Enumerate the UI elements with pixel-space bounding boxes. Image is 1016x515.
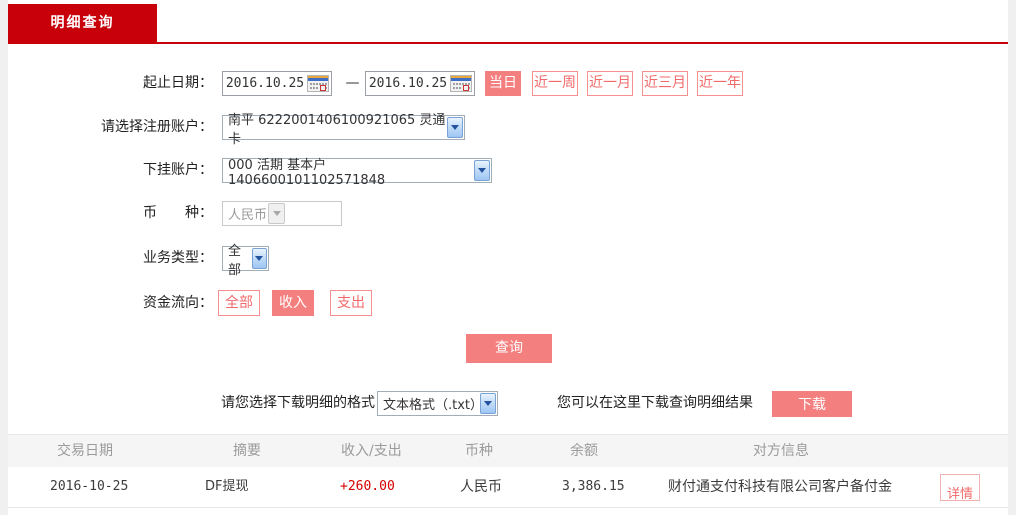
column-header-summary: 摘要 [233,443,261,459]
column-header-amount: 收入/支出 [341,443,402,459]
register-account-label: 请选择注册账户： [101,119,213,135]
fund-direction-all-button[interactable]: 全部 [218,290,260,316]
sub-account-label: 下挂账户： [143,162,213,178]
chevron-down-icon[interactable] [473,160,490,181]
tab-divider-line [8,42,1008,44]
date-from-value[interactable]: 2016.10.25 [223,76,307,91]
quick-range-month-button[interactable]: 近一月 [587,71,633,96]
fund-direction-label: 资金流向： [143,295,213,311]
register-account-value: 南平 6222001406100921065 灵通卡 [228,112,446,147]
date-to-input[interactable]: 2016.10.25 [365,71,475,96]
download-format-label: 请您选择下载明细的格式 [221,395,375,411]
business-type-label: 业务类型： [143,250,213,266]
calendar-icon[interactable] [307,75,329,92]
calendar-icon[interactable] [450,75,472,92]
detail-button[interactable]: 详情 [940,474,980,502]
date-from-input[interactable]: 2016.10.25 [222,71,332,96]
query-button[interactable]: 查询 [466,334,552,363]
sub-account-value: 000 活期 基本户 1406600101102571848 [228,157,386,188]
column-header-currency: 币种 [465,443,493,459]
chevron-down-icon[interactable] [479,393,496,414]
table-header-row: 交易日期 摘要 收入/支出 币种 余额 对方信息 [8,434,1008,467]
register-account-select[interactable]: 南平 6222001406100921065 灵通卡 [222,113,465,147]
chevron-down-icon[interactable] [251,248,267,269]
chevron-down-icon [268,203,286,224]
table-row: 2016-10-25 DF提现 +260.00 人民币 3,386.15 财付通… [8,467,1008,508]
cell-counterparty: 财付通支付科技有限公司客户备付金 [668,479,892,495]
cell-transaction-date: 2016-10-25 [50,479,129,494]
download-button[interactable]: 下载 [772,391,852,417]
quick-range-week-button[interactable]: 近一周 [532,71,578,96]
chevron-down-icon[interactable] [446,117,463,138]
fund-direction-expense-button[interactable]: 支出 [330,290,372,316]
cell-summary: DF提现 [205,479,249,494]
cell-balance: 3,386.15 [562,479,625,494]
sub-account-select[interactable]: 000 活期 基本户 1406600101102571848 [222,158,492,188]
currency-select: 人民币 [222,201,342,226]
date-range-separator: — [345,75,360,91]
column-header-counterparty: 对方信息 [753,443,809,459]
business-type-select[interactable]: 全部 [222,244,269,278]
download-format-value: 文本格式（.txt） [383,398,484,413]
column-header-date: 交易日期 [57,443,113,459]
content-panel: 明细查询 起止日期： 2016.10.25 — 2016.10.25 当日 近一… [8,0,1008,515]
download-format-select[interactable]: 文本格式（.txt） [377,391,498,416]
date-range-label: 起止日期： [143,75,213,91]
quick-range-year-button[interactable]: 近一年 [697,71,743,96]
quick-range-today-button[interactable]: 当日 [485,71,521,96]
date-to-value[interactable]: 2016.10.25 [366,76,450,91]
quick-range-quarter-button[interactable]: 近三月 [642,71,688,96]
column-header-balance: 余额 [570,443,598,459]
currency-label: 币 种： [143,205,213,221]
business-type-value: 全部 [228,243,242,278]
fund-direction-income-button[interactable]: 收入 [272,290,314,316]
download-hint-text: 您可以在这里下载查询明细结果 [557,395,753,411]
cell-currency: 人民币 [460,479,502,495]
tab-detail-query[interactable]: 明细查询 [8,4,157,42]
cell-amount: +260.00 [340,479,395,494]
currency-value: 人民币 [228,208,268,223]
